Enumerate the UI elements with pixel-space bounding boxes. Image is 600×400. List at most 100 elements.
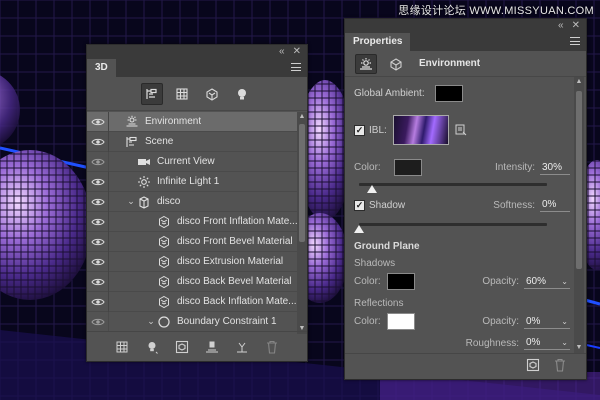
tab-properties[interactable]: Properties <box>345 33 411 51</box>
collapse-icon[interactable]: « <box>558 21 564 31</box>
trash-icon[interactable] <box>263 338 281 356</box>
layer-row[interactable]: disco Front Bevel Material <box>87 231 307 252</box>
reflections-opacity-value: 0% <box>526 315 541 327</box>
shadow-row: ✓ Shadow Softness: 0% <box>354 198 570 212</box>
ibl-color-label: Color: <box>354 162 381 173</box>
shadows-opacity-dropdown[interactable]: 60% ⌄ <box>524 275 570 289</box>
layer-row[interactable]: disco Front Inflation Mate... <box>87 211 307 232</box>
layer-row[interactable]: disco Back Bevel Material <box>87 271 307 292</box>
eye-icon[interactable] <box>87 291 109 312</box>
ibl-checkbox[interactable]: ✓ <box>354 124 365 136</box>
scene-icon <box>125 135 139 149</box>
shadow-checkbox[interactable]: ✓ <box>354 199 365 211</box>
meshes-icon[interactable] <box>171 83 193 105</box>
shadows-subheading: Shadows <box>354 258 396 269</box>
global-ambient-row: Global Ambient: <box>354 85 570 102</box>
reflections-opacity-dropdown[interactable]: 0% ⌄ <box>524 315 570 329</box>
softness-label: Softness: <box>493 199 535 211</box>
eye-icon[interactable] <box>87 171 109 192</box>
layer-label: disco <box>157 196 181 207</box>
close-icon[interactable]: ✕ <box>293 47 301 57</box>
scroll-down-icon[interactable]: ▼ <box>574 343 584 353</box>
layer-list-scrollbar[interactable]: ▲ ▼ <box>297 112 307 334</box>
ibl-color-swatch[interactable] <box>393 159 422 176</box>
ground-plane-row: Ground Plane <box>354 241 570 252</box>
layer-label: disco Front Inflation Mate... <box>177 216 298 227</box>
softness-slider-track[interactable] <box>359 223 547 226</box>
global-ambient-label: Global Ambient: <box>354 88 425 99</box>
environment-icon[interactable] <box>355 53 377 74</box>
material-icon <box>157 235 171 249</box>
layer-label: Infinite Light 1 <box>157 176 220 187</box>
softness-slider-knob[interactable] <box>354 225 364 233</box>
layer-row[interactable]: ⌄ disco <box>87 191 307 212</box>
reflections-color-label: Color: <box>354 316 381 327</box>
eye-icon[interactable] <box>87 271 109 292</box>
trash-icon[interactable] <box>554 358 566 375</box>
layer-row[interactable]: Infinite Light 1 <box>87 171 307 192</box>
chevron-down-icon: ⌄ <box>561 276 568 286</box>
panel-properties-topbar: « ✕ <box>345 19 586 33</box>
eye-icon[interactable] <box>87 251 109 272</box>
global-ambient-swatch[interactable] <box>434 85 463 102</box>
eye-icon[interactable] <box>87 191 109 212</box>
eye-icon[interactable] <box>87 151 109 172</box>
layer-row[interactable]: disco Extrusion Material <box>87 251 307 272</box>
roughness-value: 0% <box>526 337 541 348</box>
softness-field[interactable]: 0% <box>540 198 570 212</box>
layer-label: disco Front Bevel Material <box>177 236 293 247</box>
scene-properties-icon[interactable] <box>385 54 407 74</box>
render-icon[interactable] <box>173 338 191 356</box>
panel-properties: « ✕ Properties Environment Global Ambien… <box>344 18 587 380</box>
split-icon[interactable] <box>233 338 251 356</box>
scroll-up-icon[interactable]: ▲ <box>574 77 584 87</box>
properties-scrollbar[interactable]: ▲ ▼ <box>574 77 584 353</box>
tab-3d[interactable]: 3D <box>87 59 116 77</box>
expand-toggle-icon[interactable]: ⌄ <box>125 196 137 207</box>
panel-3d: « ✕ 3D Environment Scene Current View In… <box>86 44 308 362</box>
scrollbar-thumb[interactable] <box>576 91 582 269</box>
add-light-icon[interactable] <box>143 338 161 356</box>
eye-icon[interactable] <box>87 311 109 332</box>
layer-row[interactable]: ⌄ Boundary Constraint 1 <box>87 311 307 332</box>
layer-label: Current View <box>157 156 215 167</box>
ground-plane-heading: Ground Plane <box>354 241 420 252</box>
roughness-dropdown[interactable]: 0% ⌄ <box>524 336 570 350</box>
close-icon[interactable]: ✕ <box>572 21 580 31</box>
layer-row[interactable]: Current View <box>87 151 307 172</box>
render-icon[interactable] <box>526 358 540 375</box>
ibl-edit-icon[interactable] <box>455 124 467 136</box>
eye-icon[interactable] <box>87 131 109 152</box>
ibl-texture-thumbnail[interactable] <box>392 115 449 145</box>
drop-to-plane-icon[interactable] <box>203 338 221 356</box>
lights-icon[interactable] <box>231 83 253 105</box>
eye-icon[interactable] <box>87 211 109 232</box>
shadow-label: Shadow <box>369 199 406 211</box>
layer-row[interactable]: Scene <box>87 131 307 152</box>
roughness-label: Roughness: <box>465 337 519 349</box>
layer-label: disco Back Bevel Material <box>177 276 292 287</box>
panel-menu-icon[interactable] <box>570 37 580 45</box>
ibl-color-intensity-row: Color: Intensity: 30% <box>354 159 570 176</box>
expand-toggle-icon[interactable]: ⌄ <box>145 316 157 327</box>
whole-scene-icon[interactable] <box>141 82 163 105</box>
scrollbar-thumb[interactable] <box>299 124 305 242</box>
intensity-slider-track[interactable] <box>359 183 547 186</box>
intensity-slider-knob[interactable] <box>367 185 378 193</box>
layer-label: disco Extrusion Material <box>177 256 284 267</box>
eye-icon[interactable] <box>87 112 109 132</box>
intensity-field[interactable]: 30% <box>540 161 570 175</box>
shadows-color-swatch[interactable] <box>386 273 415 290</box>
scroll-up-icon[interactable]: ▲ <box>297 112 307 122</box>
materials-icon[interactable] <box>201 83 223 105</box>
shadows-color-label: Color: <box>354 276 381 287</box>
layer-row[interactable]: disco Back Inflation Mate... <box>87 291 307 312</box>
material-icon <box>157 255 171 269</box>
eye-icon[interactable] <box>87 231 109 252</box>
panel-menu-icon[interactable] <box>291 63 301 71</box>
light-icon <box>137 175 151 189</box>
collapse-icon[interactable]: « <box>279 47 285 57</box>
mesh-tool-icon[interactable] <box>113 338 131 356</box>
layer-row[interactable]: Environment <box>87 112 307 132</box>
reflections-color-swatch[interactable] <box>386 313 415 330</box>
